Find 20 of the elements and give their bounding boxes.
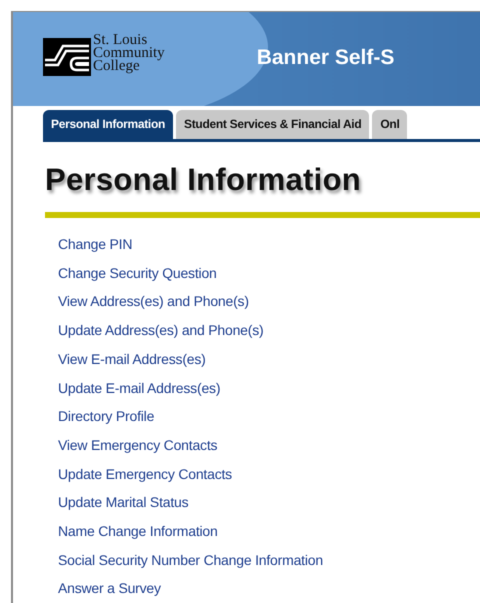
site-title: Banner Self-S <box>256 46 394 70</box>
menu-link[interactable]: Change Security Question <box>58 258 217 288</box>
menu-link[interactable]: View Emergency Contacts <box>58 430 218 460</box>
nav-tab[interactable]: Student Services & Financial Aid <box>176 110 370 139</box>
menu-link[interactable]: Directory Profile <box>58 402 154 431</box>
menu-link[interactable]: Update Marital Status <box>58 488 188 518</box>
menu-link[interactable]: Answer a Survey <box>58 574 161 603</box>
college-logo-icon <box>43 38 91 76</box>
menu-link[interactable]: Update Emergency Contacts <box>58 460 232 488</box>
college-name: St. Louis Community College <box>93 34 165 73</box>
menu-link[interactable]: Social Security Number Change Information <box>58 546 323 574</box>
menu-link[interactable]: Update Address(es) and Phone(s) <box>58 316 264 345</box>
nav-tab[interactable]: Onl <box>372 110 408 139</box>
menu-link[interactable]: Change PIN <box>58 230 132 259</box>
menu-link[interactable]: Update E-mail Address(es) <box>58 374 220 402</box>
menu-link[interactable]: View E-mail Address(es) <box>58 344 206 374</box>
nav-tab[interactable]: Personal Information <box>43 110 174 139</box>
page-heading: Personal Information <box>45 162 362 198</box>
menu-link[interactable]: View Address(es) and Phone(s) <box>58 287 249 316</box>
menu-link[interactable]: Name Change Information <box>58 517 218 546</box>
